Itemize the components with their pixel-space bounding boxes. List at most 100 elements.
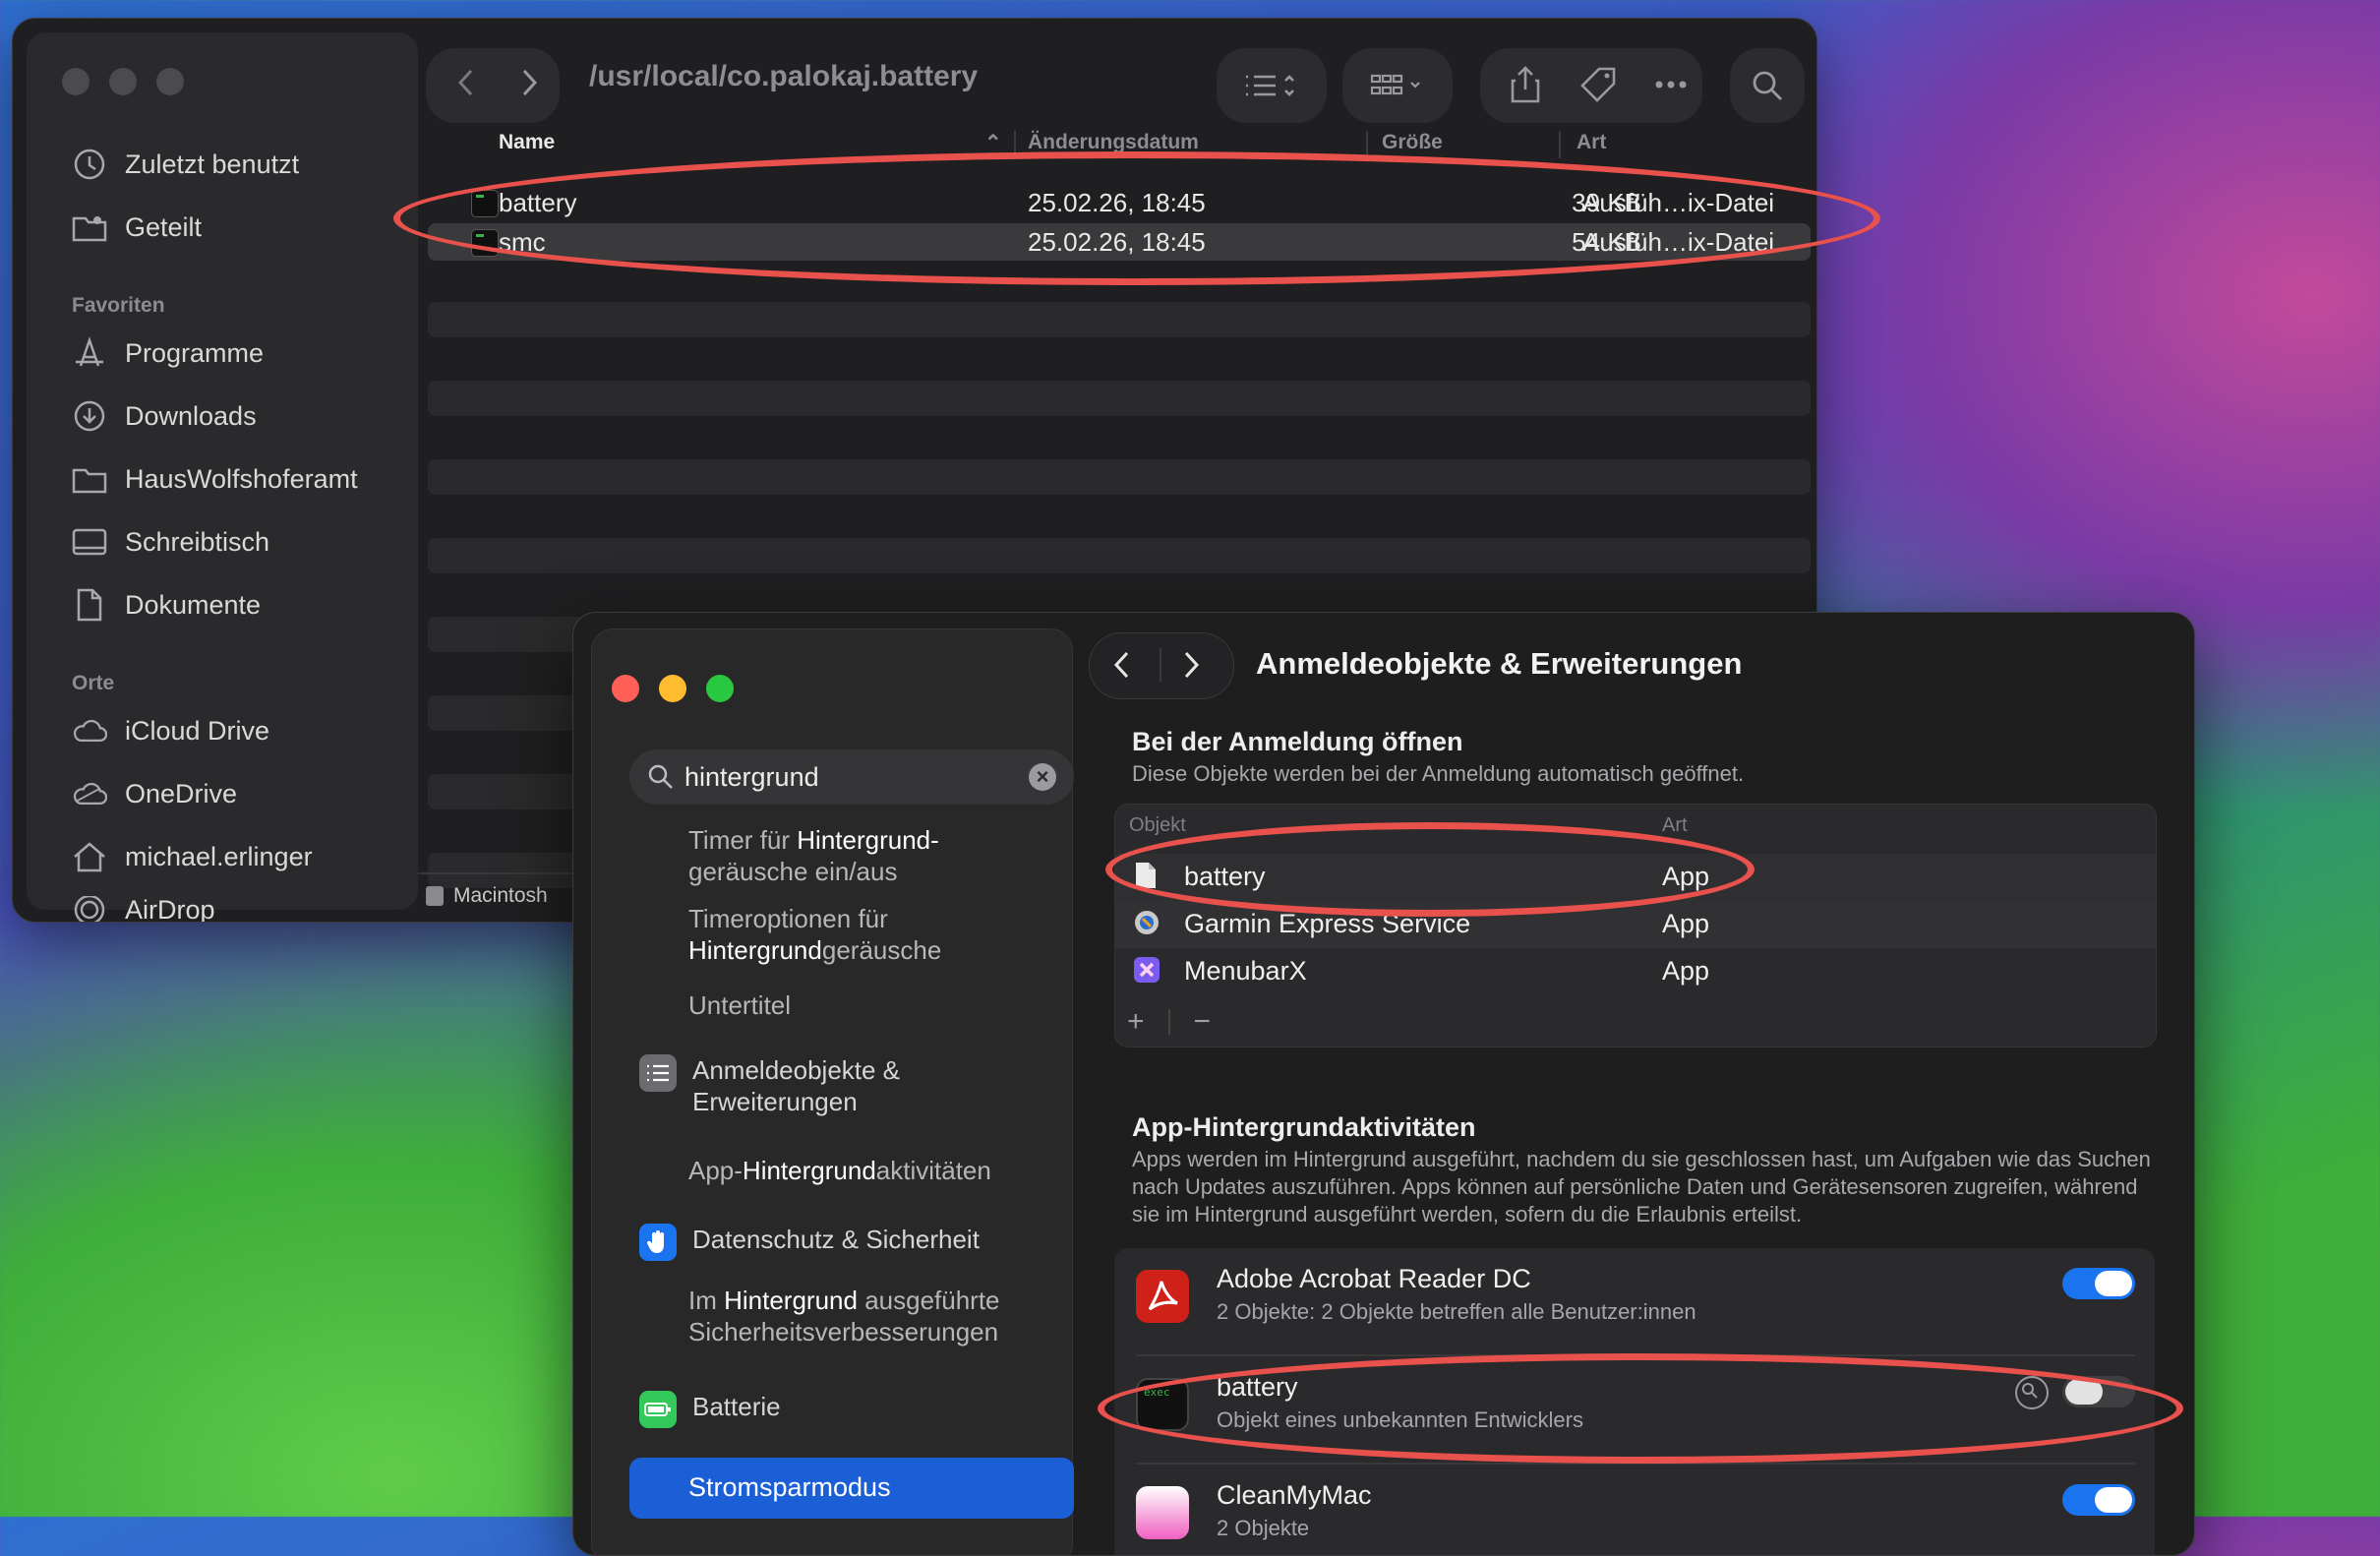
disk-icon	[426, 886, 444, 906]
search-result-selected[interactable]: Stromsparmodus	[629, 1458, 1074, 1519]
column-divider	[1366, 131, 1368, 158]
zoom-button[interactable]	[156, 68, 184, 95]
share-icon[interactable]	[1504, 62, 1547, 107]
app-description: 2 Objekte	[1217, 1516, 1310, 1540]
background-toggle[interactable]	[2062, 1268, 2135, 1299]
background-toggle[interactable]	[2062, 1376, 2135, 1407]
table-controls: + −	[1127, 1005, 1211, 1039]
apps-icon	[72, 335, 107, 371]
sidebar-item-label: AirDrop	[125, 896, 215, 923]
info-search-icon[interactable]	[2015, 1376, 2049, 1409]
sidebar-item-label: michael.erlinger	[125, 841, 313, 871]
search-category-battery[interactable]: Batterie	[639, 1391, 781, 1428]
remove-button[interactable]: −	[1194, 1005, 1212, 1039]
section-heading-login: Bei der Anmeldung öffnen	[1132, 727, 1463, 756]
back-button[interactable]	[1112, 650, 1130, 685]
section-description-login: Diese Objekte werden bei der Anmeldung a…	[1132, 761, 1745, 786]
sidebar-item-dokumente[interactable]: Dokumente	[72, 583, 261, 627]
search-icon	[647, 763, 675, 796]
login-item-kind: App	[1662, 862, 1710, 891]
sidebar-item-icloud[interactable]: iCloud Drive	[72, 709, 269, 752]
sort-chevron-up-icon: ⌃	[984, 132, 1002, 154]
nav-divider	[1160, 648, 1161, 682]
sidebar-item-label: Dokumente	[125, 589, 262, 620]
column-header-kind[interactable]: Art	[1577, 131, 1606, 154]
toggle-knob	[2065, 1379, 2103, 1405]
search-result-untertitel[interactable]: Untertitel	[688, 989, 791, 1021]
table-row[interactable]: MenubarX App	[1115, 948, 2156, 995]
list-icon	[1236, 66, 1307, 105]
app-name: Adobe Acrobat Reader DC	[1217, 1264, 1531, 1293]
grid-icon	[1362, 66, 1433, 105]
more-icon[interactable]	[1649, 62, 1693, 107]
zoom-button[interactable]	[706, 675, 734, 702]
sidebar-item-shared[interactable]: Geteilt	[72, 206, 202, 249]
column-header-size[interactable]: Größe	[1382, 131, 1443, 154]
column-header-date[interactable]: Änderungsdatum	[1028, 131, 1199, 154]
minimize-button[interactable]	[109, 68, 137, 95]
login-item-name: battery	[1184, 862, 1266, 891]
search-field[interactable]: hintergrund ×	[629, 749, 1074, 805]
category-label: Datenschutz & Sicherheit	[692, 1225, 980, 1254]
path-bar-item[interactable]: Macintosh	[453, 884, 548, 908]
add-button[interactable]: +	[1127, 1005, 1145, 1039]
empty-row-stripe	[428, 538, 1811, 573]
sidebar-item-schreibtisch[interactable]: Schreibtisch	[72, 520, 269, 564]
sidebar-item-downloads[interactable]: Downloads	[72, 394, 257, 438]
app-name: battery	[1217, 1372, 1298, 1402]
search-result-app-background[interactable]: App-Hintergrundaktivitäten	[688, 1155, 991, 1186]
minimize-button[interactable]	[659, 675, 686, 702]
hand-icon	[639, 1224, 677, 1261]
clear-search-icon[interactable]: ×	[1029, 763, 1056, 791]
back-button[interactable]	[446, 62, 485, 107]
chevron-left-icon	[1112, 651, 1130, 684]
result-match: Hintergrund-	[797, 825, 939, 855]
clock-icon	[72, 147, 107, 182]
file-row[interactable]: battery 25.02.26, 18:45 39 KB Ausfüh…ix-…	[428, 184, 1811, 221]
close-button[interactable]	[62, 68, 89, 95]
app-name: CleanMyMac	[1217, 1480, 1372, 1510]
background-apps-list: Adobe Acrobat Reader DC 2 Objekte: 2 Obj…	[1114, 1248, 2155, 1555]
download-icon	[72, 398, 107, 434]
sidebar-item-programme[interactable]: Programme	[72, 331, 264, 375]
search-result-timeroptionen[interactable]: Timeroptionen für Hintergrundgeräusche	[688, 903, 941, 966]
search-result-security-updates[interactable]: Im Hintergrund ausgeführte Sicherheitsve…	[688, 1285, 1000, 1347]
column-divider	[1559, 131, 1561, 158]
category-label: Batterie	[692, 1392, 781, 1421]
result-text: geräusche	[821, 935, 942, 965]
column-header-name[interactable]: Name	[499, 131, 555, 154]
close-button[interactable]	[612, 675, 639, 702]
file-row[interactable]: smc 25.02.26, 18:45 54 KB Ausfüh…ix-Date…	[428, 223, 1811, 261]
search-result-timer[interactable]: Timer für Hintergrund- geräusche ein/aus	[688, 824, 939, 887]
sidebar-item-label: Geteilt	[125, 211, 203, 242]
file-name: battery	[499, 188, 577, 217]
search-category-login-items[interactable]: Anmeldeobjekte & Erweiterungen	[639, 1054, 900, 1117]
sidebar-item-hauswolfshoferamt[interactable]: HausWolfshoferamt	[72, 457, 358, 501]
cloud-icon	[72, 776, 107, 811]
result-text: Sicherheitsverbesserungen	[688, 1317, 999, 1347]
cleanmymac-icon	[1136, 1486, 1189, 1539]
window-title-path: /usr/local/co.palokaj.battery	[589, 60, 979, 92]
forward-button[interactable]	[1183, 650, 1201, 685]
file-date: 25.02.26, 18:45	[1028, 188, 1206, 217]
sidebar-item-home[interactable]: michael.erlinger	[72, 835, 313, 878]
table-row[interactable]: battery App	[1115, 854, 2156, 901]
home-icon	[72, 839, 107, 874]
file-kind: Ausfüh…ix-Datei	[1582, 227, 1775, 257]
window-controls	[62, 68, 184, 95]
table-row[interactable]: Garmin Express Service App	[1115, 901, 2156, 948]
sidebar-item-recents[interactable]: Zuletzt benutzt	[72, 143, 299, 186]
column-header-kind: Art	[1662, 814, 1688, 836]
list-item: Adobe Acrobat Reader DC 2 Objekte: 2 Obj…	[1114, 1248, 2155, 1354]
background-toggle[interactable]	[2062, 1484, 2135, 1516]
sidebar-item-onedrive[interactable]: OneDrive	[72, 772, 237, 815]
file-name: smc	[499, 227, 546, 257]
document-icon	[72, 587, 107, 623]
cloud-icon	[72, 713, 107, 748]
sidebar-item-airdrop[interactable]: AirDrop	[72, 896, 215, 923]
search-category-privacy[interactable]: Datenschutz & Sicherheit	[639, 1224, 980, 1261]
document-icon	[1133, 862, 1160, 889]
forward-button[interactable]	[510, 62, 550, 107]
tag-icon[interactable]	[1577, 62, 1620, 107]
search-input[interactable]: hintergrund	[684, 762, 819, 793]
